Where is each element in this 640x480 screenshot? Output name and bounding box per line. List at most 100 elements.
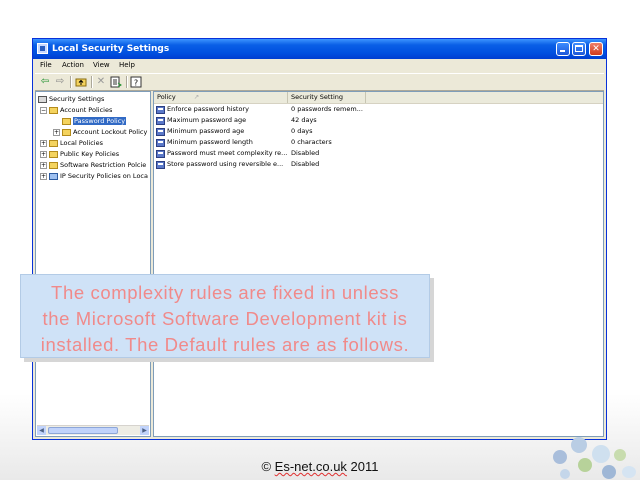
expand-icon[interactable]: + <box>40 139 47 147</box>
help-icon[interactable]: ? <box>130 76 142 88</box>
scroll-right-icon[interactable]: ▶ <box>140 426 149 435</box>
copyright-footer: © Es-net.co.uk 2011 <box>0 459 640 474</box>
footer-domain: Es-net.co.uk <box>274 459 347 474</box>
policy-name: Maximum password age <box>167 116 247 124</box>
scroll-thumb[interactable] <box>48 427 118 434</box>
policy-icon <box>156 128 165 136</box>
tree-item-label: IP Security Policies on Loca <box>60 172 148 180</box>
folder-icon <box>49 161 58 169</box>
column-label: Security Setting <box>291 93 344 101</box>
policy-setting: Disabled <box>291 160 320 168</box>
expand-icon[interactable]: + <box>40 150 47 158</box>
delete-icon[interactable]: ✕ <box>95 76 107 88</box>
tree-item-account-policies[interactable]: − Account Policies <box>40 105 112 115</box>
close-button[interactable]: ✕ <box>589 42 603 56</box>
footer-year: 2011 <box>346 459 379 474</box>
expand-icon[interactable]: + <box>40 161 47 169</box>
svg-text:?: ? <box>134 79 138 88</box>
decorative-bubble <box>560 469 570 479</box>
decorative-bubble <box>622 466 636 478</box>
annotation-callout: The complexity rules are fixed in unless… <box>20 274 430 358</box>
tree-item-local-policies[interactable]: + Local Policies <box>40 138 103 148</box>
policy-setting: 42 days <box>291 116 317 124</box>
expand-icon[interactable]: + <box>53 128 60 136</box>
tree-item-security-settings[interactable]: Security Settings <box>38 94 104 104</box>
tree-horizontal-scrollbar[interactable]: ◀ ▶ <box>37 425 149 435</box>
network-icon <box>49 172 58 180</box>
table-row[interactable]: Minimum password age 0 days <box>154 126 603 137</box>
copyright-symbol: © <box>261 459 275 474</box>
table-row[interactable]: Minimum password length 0 characters <box>154 137 603 148</box>
security-settings-icon <box>38 95 47 103</box>
policy-icon <box>156 117 165 125</box>
menu-bar: File Action View Help <box>35 59 604 72</box>
policy-setting: 0 days <box>291 127 313 135</box>
policy-icon <box>156 161 165 169</box>
list-header: Policy ↗ Security Setting <box>154 92 603 104</box>
up-folder-icon[interactable] <box>75 76 87 88</box>
export-list-icon[interactable] <box>110 76 122 88</box>
policy-setting: Disabled <box>291 149 320 157</box>
policy-setting: 0 characters <box>291 138 332 146</box>
sort-arrow-icon: ↗ <box>193 93 200 101</box>
maximize-button[interactable] <box>572 42 586 56</box>
column-header-security-setting[interactable]: Security Setting <box>288 92 366 103</box>
callout-line: the Microsoft Software Development kit i… <box>42 308 408 329</box>
table-row[interactable]: Enforce password history 0 passwords rem… <box>154 104 603 115</box>
title-bar[interactable]: Local Security Settings ✕ <box>33 39 606 59</box>
menu-action[interactable]: Action <box>62 59 84 72</box>
collapse-icon[interactable]: − <box>40 106 47 114</box>
tree-pane: Security Settings − Account Policies Pass… <box>35 91 151 437</box>
folder-icon <box>62 128 71 136</box>
decorative-bubble <box>553 450 567 464</box>
tree-item-label: Software Restriction Polcie <box>60 161 147 169</box>
policy-icon <box>156 150 165 158</box>
tree-item-label: Local Policies <box>60 139 103 147</box>
policy-icon <box>156 139 165 147</box>
tree-item-ip-security[interactable]: + IP Security Policies on Loca <box>40 171 148 181</box>
local-security-settings-window: Local Security Settings ✕ File Action Vi… <box>32 38 607 440</box>
tree-item-software-restriction[interactable]: + Software Restriction Polcie <box>40 160 146 170</box>
folder-icon <box>49 150 58 158</box>
decorative-bubble <box>614 449 626 461</box>
main-content: Security Settings − Account Policies Pass… <box>35 91 604 437</box>
tree-item-label: Password Policy <box>73 117 127 125</box>
policy-list-pane: Policy ↗ Security Setting Enforce passwor… <box>153 91 604 437</box>
policy-name: Store password using reversible e... <box>167 160 284 168</box>
table-row[interactable]: Store password using reversible e... Dis… <box>154 159 603 170</box>
column-header-policy[interactable]: Policy ↗ <box>154 92 288 103</box>
folder-icon <box>49 139 58 147</box>
tree-item-account-lockout-policy[interactable]: + Account Lockout Policy <box>53 127 147 137</box>
expand-icon[interactable]: + <box>40 172 47 180</box>
policy-icon <box>156 106 165 114</box>
tree-item-password-policy[interactable]: Password Policy <box>62 116 127 126</box>
decorative-bubble <box>592 445 610 463</box>
menu-view[interactable]: View <box>93 59 110 72</box>
tree-item-public-key-policies[interactable]: + Public Key Policies <box>40 149 119 159</box>
folder-icon <box>62 117 71 125</box>
tree-item-label: Account Policies <box>60 106 113 114</box>
tree-item-label: Security Settings <box>49 95 105 103</box>
minimize-button[interactable] <box>556 42 570 56</box>
decorative-bubble <box>571 437 587 453</box>
scroll-left-icon[interactable]: ◀ <box>37 426 46 435</box>
back-icon[interactable]: ⇦ <box>39 76 51 88</box>
column-label: Policy <box>157 93 176 101</box>
forward-icon[interactable]: ⇨ <box>54 76 66 88</box>
app-icon <box>37 43 48 54</box>
folder-icon <box>49 106 58 114</box>
table-row[interactable]: Maximum password age 42 days <box>154 115 603 126</box>
policy-setting: 0 passwords remem... <box>291 105 363 113</box>
toolbar: ⇦ ⇨ ✕ ? <box>35 73 604 91</box>
menu-help[interactable]: Help <box>119 59 135 72</box>
menu-file[interactable]: File <box>40 59 52 72</box>
decorative-bubble <box>602 465 616 479</box>
callout-line: installed. The Default rules are as foll… <box>40 334 410 355</box>
policy-name: Password must meet complexity re... <box>167 149 287 157</box>
tree-item-label: Account Lockout Policy <box>73 128 148 136</box>
window-title: Local Security Settings <box>52 44 170 54</box>
policy-name: Minimum password length <box>167 138 253 146</box>
table-row[interactable]: Password must meet complexity re... Disa… <box>154 148 603 159</box>
callout-text: The complexity rules are fixed in unless… <box>21 280 429 358</box>
policy-name: Enforce password history <box>167 105 249 113</box>
